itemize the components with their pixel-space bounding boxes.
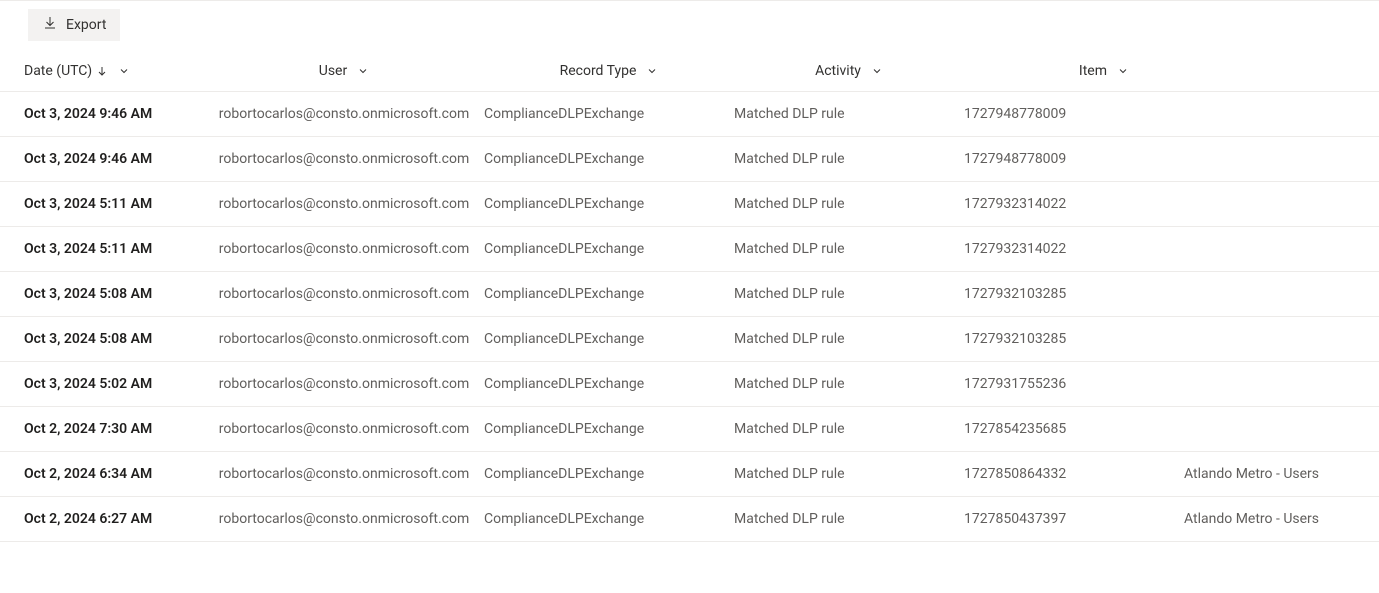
- column-header-date-label: Date (UTC): [24, 63, 92, 79]
- cell-date: Oct 3, 2024 5:08 AM: [24, 331, 204, 347]
- cell-activity: Matched DLP rule: [734, 151, 964, 167]
- audit-log-table: Date (UTC) User Record Type Activity: [0, 49, 1379, 542]
- cell-item: 1727850864332: [964, 466, 1184, 482]
- cell-extra: Atlando Metro - Users: [1184, 511, 1379, 527]
- chevron-down-icon: [357, 65, 369, 77]
- cell-record-type: ComplianceDLPExchange: [484, 196, 734, 212]
- table-row[interactable]: Oct 3, 2024 5:11 AMrobortocarlos@consto.…: [0, 226, 1379, 271]
- cell-activity: Matched DLP rule: [734, 376, 964, 392]
- cell-user: robortocarlos@consto.onmicrosoft.com: [204, 331, 484, 347]
- table-header-row: Date (UTC) User Record Type Activity: [0, 49, 1379, 91]
- cell-activity: Matched DLP rule: [734, 106, 964, 122]
- cell-extra: Atlando Metro - Users: [1184, 466, 1379, 482]
- cell-record-type: ComplianceDLPExchange: [484, 421, 734, 437]
- column-header-user[interactable]: User: [204, 63, 484, 79]
- column-header-record-type-label: Record Type: [560, 63, 637, 79]
- table-row[interactable]: Oct 2, 2024 7:30 AMrobortocarlos@consto.…: [0, 406, 1379, 451]
- cell-activity: Matched DLP rule: [734, 286, 964, 302]
- export-button[interactable]: Export: [28, 9, 120, 41]
- cell-item: 1727932103285: [964, 331, 1184, 347]
- cell-date: Oct 3, 2024 5:11 AM: [24, 196, 204, 212]
- cell-item: 1727931755236: [964, 376, 1184, 392]
- table-row[interactable]: Oct 2, 2024 6:34 AMrobortocarlos@consto.…: [0, 451, 1379, 496]
- cell-item: 1727932314022: [964, 241, 1184, 257]
- cell-user: robortocarlos@consto.onmicrosoft.com: [204, 376, 484, 392]
- cell-date: Oct 3, 2024 9:46 AM: [24, 151, 204, 167]
- download-icon: [42, 15, 58, 35]
- column-header-item[interactable]: Item: [964, 63, 1184, 79]
- column-header-activity-label: Activity: [815, 63, 861, 79]
- cell-item: 1727932103285: [964, 286, 1184, 302]
- table-row[interactable]: Oct 3, 2024 5:02 AMrobortocarlos@consto.…: [0, 361, 1379, 406]
- arrow-down-icon: [96, 65, 108, 77]
- cell-user: robortocarlos@consto.onmicrosoft.com: [204, 421, 484, 437]
- cell-record-type: ComplianceDLPExchange: [484, 331, 734, 347]
- column-header-activity[interactable]: Activity: [734, 63, 964, 79]
- cell-user: robortocarlos@consto.onmicrosoft.com: [204, 286, 484, 302]
- column-header-date[interactable]: Date (UTC): [24, 63, 204, 79]
- cell-activity: Matched DLP rule: [734, 241, 964, 257]
- cell-user: robortocarlos@consto.onmicrosoft.com: [204, 241, 484, 257]
- column-header-user-label: User: [319, 63, 347, 79]
- cell-date: Oct 3, 2024 5:08 AM: [24, 286, 204, 302]
- table-row[interactable]: Oct 3, 2024 9:46 AMrobortocarlos@consto.…: [0, 91, 1379, 136]
- cell-item: 1727850437397: [964, 511, 1184, 527]
- table-row[interactable]: Oct 3, 2024 9:46 AMrobortocarlos@consto.…: [0, 136, 1379, 181]
- cell-item: 1727932314022: [964, 196, 1184, 212]
- cell-activity: Matched DLP rule: [734, 196, 964, 212]
- cell-activity: Matched DLP rule: [734, 511, 964, 527]
- column-header-record-type[interactable]: Record Type: [484, 63, 734, 79]
- column-header-item-label: Item: [1079, 63, 1107, 79]
- table-row[interactable]: Oct 3, 2024 5:11 AMrobortocarlos@consto.…: [0, 181, 1379, 226]
- cell-user: robortocarlos@consto.onmicrosoft.com: [204, 106, 484, 122]
- cell-date: Oct 2, 2024 6:34 AM: [24, 466, 204, 482]
- cell-date: Oct 2, 2024 6:27 AM: [24, 511, 204, 527]
- cell-date: Oct 3, 2024 5:02 AM: [24, 376, 204, 392]
- cell-item: 1727854235685: [964, 421, 1184, 437]
- cell-record-type: ComplianceDLPExchange: [484, 151, 734, 167]
- cell-record-type: ComplianceDLPExchange: [484, 376, 734, 392]
- cell-user: robortocarlos@consto.onmicrosoft.com: [204, 466, 484, 482]
- cell-activity: Matched DLP rule: [734, 421, 964, 437]
- toolbar: Export: [0, 0, 1379, 49]
- cell-record-type: ComplianceDLPExchange: [484, 511, 734, 527]
- cell-date: Oct 3, 2024 5:11 AM: [24, 241, 204, 257]
- chevron-down-icon: [871, 65, 883, 77]
- cell-record-type: ComplianceDLPExchange: [484, 241, 734, 257]
- cell-record-type: ComplianceDLPExchange: [484, 466, 734, 482]
- cell-user: robortocarlos@consto.onmicrosoft.com: [204, 196, 484, 212]
- cell-record-type: ComplianceDLPExchange: [484, 286, 734, 302]
- cell-item: 1727948778009: [964, 151, 1184, 167]
- cell-record-type: ComplianceDLPExchange: [484, 106, 734, 122]
- table-row[interactable]: Oct 2, 2024 6:27 AMrobortocarlos@consto.…: [0, 496, 1379, 542]
- cell-item: 1727948778009: [964, 106, 1184, 122]
- table-row[interactable]: Oct 3, 2024 5:08 AMrobortocarlos@consto.…: [0, 271, 1379, 316]
- chevron-down-icon: [1117, 65, 1129, 77]
- chevron-down-icon: [646, 65, 658, 77]
- chevron-down-icon: [118, 65, 130, 77]
- cell-activity: Matched DLP rule: [734, 466, 964, 482]
- cell-user: robortocarlos@consto.onmicrosoft.com: [204, 511, 484, 527]
- table-row[interactable]: Oct 3, 2024 5:08 AMrobortocarlos@consto.…: [0, 316, 1379, 361]
- cell-activity: Matched DLP rule: [734, 331, 964, 347]
- cell-user: robortocarlos@consto.onmicrosoft.com: [204, 151, 484, 167]
- cell-date: Oct 3, 2024 9:46 AM: [24, 106, 204, 122]
- export-label: Export: [66, 17, 106, 33]
- cell-date: Oct 2, 2024 7:30 AM: [24, 421, 204, 437]
